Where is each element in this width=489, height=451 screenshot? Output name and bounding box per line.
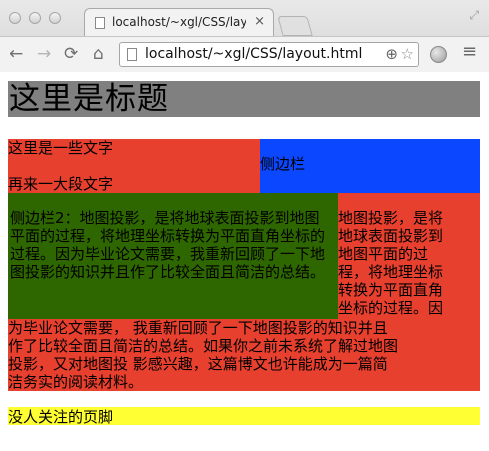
sidebar2-block: 侧边栏2：地图投影，是将地球表面投影到地图平面的过程，将地理坐标转换为平面直角坐…: [8, 193, 338, 319]
page-title: 这里是标题: [9, 81, 169, 117]
page-viewport: 这里是标题 这里是一些文字 再来一大段文字 侧边栏 地图投影，是将 地球表面投影…: [0, 73, 489, 451]
zoom-icon[interactable]: ⊕: [385, 45, 398, 63]
main-text-line-2: 再来一大段文字: [8, 175, 114, 193]
article-line: 坐标的过程。因: [338, 299, 444, 317]
close-tab-icon[interactable]: ×: [254, 14, 265, 29]
address-bar[interactable]: localhost/~xgl/CSS/layout.html ⊕ ☆: [119, 42, 419, 67]
new-tab-button[interactable]: [277, 16, 313, 36]
menu-icon[interactable]: ≡: [462, 41, 477, 62]
browser-chrome: localhost/~xgl/CSS/layout × ⤢ ← → ⟳ ⌂ lo…: [0, 0, 489, 72]
article-line: 投影，又对地图投 影感兴趣，这篇博文也许能成为一篇简: [8, 355, 388, 373]
article-right-column: 地图投影，是将 地球表面投影到 地图平面的过 程，将地理坐标 转换为平面直角 坐…: [338, 209, 480, 317]
article-line: 地图平面的过: [338, 245, 429, 263]
toolbar: ← → ⟳ ⌂ localhost/~xgl/CSS/layout.html ⊕…: [0, 36, 489, 72]
home-button[interactable]: ⌂: [93, 42, 104, 66]
back-button[interactable]: ←: [9, 42, 23, 66]
sidebar-label: 侧边栏: [260, 155, 306, 173]
article-line: 程，将地理坐标: [338, 263, 444, 281]
page-icon: [127, 48, 137, 61]
article-line: 为毕业论文需要， 我重新回顾了一下地图投影的知识并且: [8, 319, 388, 337]
close-window-button[interactable]: [9, 12, 21, 24]
minimize-window-button[interactable]: [29, 12, 41, 24]
article-bottom-text: 为毕业论文需要， 我重新回顾了一下地图投影的知识并且 作了比较全面且简洁的总结。…: [8, 319, 480, 391]
footer-text: 没人关注的页脚: [8, 408, 114, 426]
article-line: 地图投影，是将: [338, 209, 444, 227]
reload-button[interactable]: ⟳: [64, 42, 78, 66]
maximize-window-button[interactable]: [49, 12, 61, 24]
sidebar-block: 侧边栏: [260, 139, 480, 193]
extension-globe-icon[interactable]: [430, 46, 447, 63]
sidebar2-text: 侧边栏2：地图投影，是将地球表面投影到地图平面的过程，将地理坐标转换为平面直角坐…: [10, 209, 326, 281]
article-line: 洁务实的阅读材料。: [8, 373, 144, 391]
url-text[interactable]: localhost/~xgl/CSS/layout.html: [145, 46, 362, 62]
bookmark-star-icon[interactable]: ☆: [401, 45, 414, 63]
browser-tab[interactable]: localhost/~xgl/CSS/layout ×: [84, 8, 274, 36]
main-block: 这里是一些文字 再来一大段文字: [8, 139, 260, 193]
footer-block: 没人关注的页脚: [8, 407, 480, 426]
fullscreen-icon[interactable]: ⤢: [469, 8, 479, 23]
header-block: 这里是标题: [8, 81, 480, 117]
article-line: 作了比较全面且简洁的总结。如果你之前未系统了解过地图: [8, 337, 399, 355]
tab-title: localhost/~xgl/CSS/layout: [112, 15, 246, 29]
article-line: 地球表面投影到: [338, 227, 444, 245]
article-line: 转换为平面直角: [338, 281, 444, 299]
page-icon: [95, 17, 105, 29]
main-text-line-1: 这里是一些文字: [8, 139, 114, 157]
forward-button[interactable]: →: [37, 42, 51, 66]
